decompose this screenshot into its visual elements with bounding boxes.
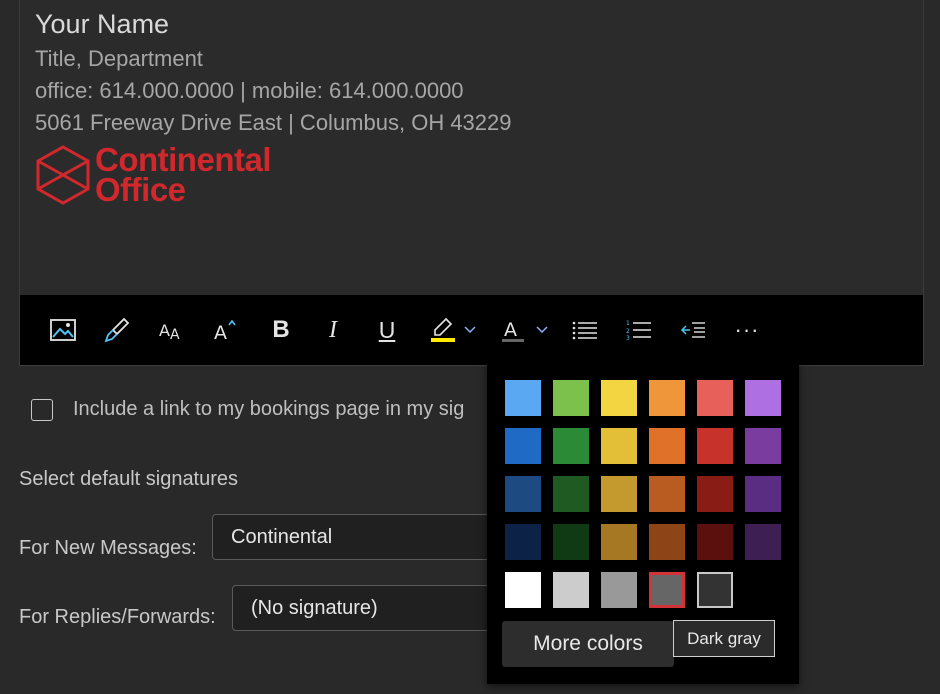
signature-name: Your Name <box>35 9 170 39</box>
logo-text: Continental Office <box>95 143 271 208</box>
color-swatch[interactable] <box>649 572 685 608</box>
numbering-icon[interactable]: 123 <box>622 295 656 365</box>
font-color-icon[interactable]: A <box>496 295 530 365</box>
font-size-increase-icon[interactable]: A <box>208 295 242 365</box>
signature-address: 5061 Freeway Drive East | Columbus, OH 4… <box>35 110 512 135</box>
color-swatch[interactable] <box>697 572 733 608</box>
color-swatch[interactable] <box>745 380 781 416</box>
formatting-toolbar: AA A B I U A 123 ··· <box>20 295 923 365</box>
font-color-dropdown-chevron-icon[interactable] <box>536 295 548 365</box>
color-swatch[interactable] <box>601 524 637 560</box>
color-tooltip: Dark gray <box>673 620 775 657</box>
underline-button[interactable]: U <box>370 295 404 365</box>
color-swatch[interactable] <box>649 428 685 464</box>
color-swatch[interactable] <box>505 380 541 416</box>
bold-button[interactable]: B <box>264 295 298 365</box>
color-swatch[interactable] <box>505 476 541 512</box>
color-swatch[interactable] <box>697 524 733 560</box>
decrease-indent-icon[interactable] <box>676 295 710 365</box>
signature-title: Title, Department <box>35 46 203 71</box>
new-messages-value: Continental <box>231 525 333 548</box>
svg-text:A: A <box>504 319 517 341</box>
color-swatch[interactable] <box>553 428 589 464</box>
font-size-icon[interactable]: AA <box>154 295 188 365</box>
format-painter-icon[interactable] <box>100 295 134 365</box>
svg-text:1: 1 <box>626 320 630 327</box>
color-swatch[interactable] <box>697 476 733 512</box>
signature-editor[interactable]: Your Name Title, Department office: 614.… <box>19 0 924 366</box>
color-swatch[interactable] <box>553 572 589 608</box>
color-swatch[interactable] <box>745 524 781 560</box>
bullets-icon[interactable] <box>568 295 602 365</box>
color-swatch[interactable] <box>505 524 541 560</box>
color-swatch[interactable] <box>601 572 637 608</box>
color-swatch[interactable] <box>601 380 637 416</box>
replies-forwards-select[interactable]: (No signature) <box>232 585 512 631</box>
color-swatch[interactable] <box>649 380 685 416</box>
logo-line-2: Office <box>95 171 186 208</box>
signature-phones: office: 614.000.0000 | mobile: 614.000.0… <box>35 78 464 103</box>
color-swatch[interactable] <box>601 428 637 464</box>
logo-mark-icon <box>36 145 90 205</box>
highlight-icon[interactable] <box>424 295 460 365</box>
svg-text:3: 3 <box>626 335 630 341</box>
bookings-label: Include a link to my bookings page in my… <box>73 398 465 420</box>
bookings-checkbox[interactable] <box>31 398 53 421</box>
more-colors-button[interactable]: More colors <box>502 621 674 667</box>
insert-picture-icon[interactable] <box>46 295 80 365</box>
signature-block: Your Name Title, Department office: 614.… <box>35 9 512 139</box>
new-messages-select[interactable]: Continental <box>212 514 512 560</box>
replies-forwards-value: (No signature) <box>251 596 378 619</box>
svg-text:A: A <box>159 321 170 340</box>
default-signatures-heading: Select default signatures <box>19 468 239 490</box>
color-swatch[interactable] <box>745 476 781 512</box>
color-swatch[interactable] <box>697 428 733 464</box>
italic-button[interactable]: I <box>316 295 350 365</box>
color-swatch[interactable] <box>505 428 541 464</box>
color-swatch[interactable] <box>601 476 637 512</box>
color-swatch[interactable] <box>649 476 685 512</box>
color-swatch[interactable] <box>649 524 685 560</box>
color-swatch[interactable] <box>553 380 589 416</box>
color-swatch[interactable] <box>553 524 589 560</box>
svg-text:A: A <box>170 327 180 342</box>
company-logo: Continental Office <box>35 143 271 208</box>
color-swatch[interactable] <box>553 476 589 512</box>
svg-text:2: 2 <box>626 328 630 335</box>
color-swatch[interactable] <box>697 380 733 416</box>
highlight-dropdown-chevron-icon[interactable] <box>464 295 476 365</box>
color-swatch[interactable] <box>745 428 781 464</box>
more-options-icon[interactable]: ··· <box>730 295 764 365</box>
replies-forwards-label: For Replies/Forwards: <box>19 606 216 628</box>
bookings-option[interactable]: Include a link to my bookings page in my… <box>31 398 464 421</box>
color-swatch[interactable] <box>505 572 541 608</box>
new-messages-label: For New Messages: <box>19 537 197 559</box>
svg-text:A: A <box>214 322 227 343</box>
